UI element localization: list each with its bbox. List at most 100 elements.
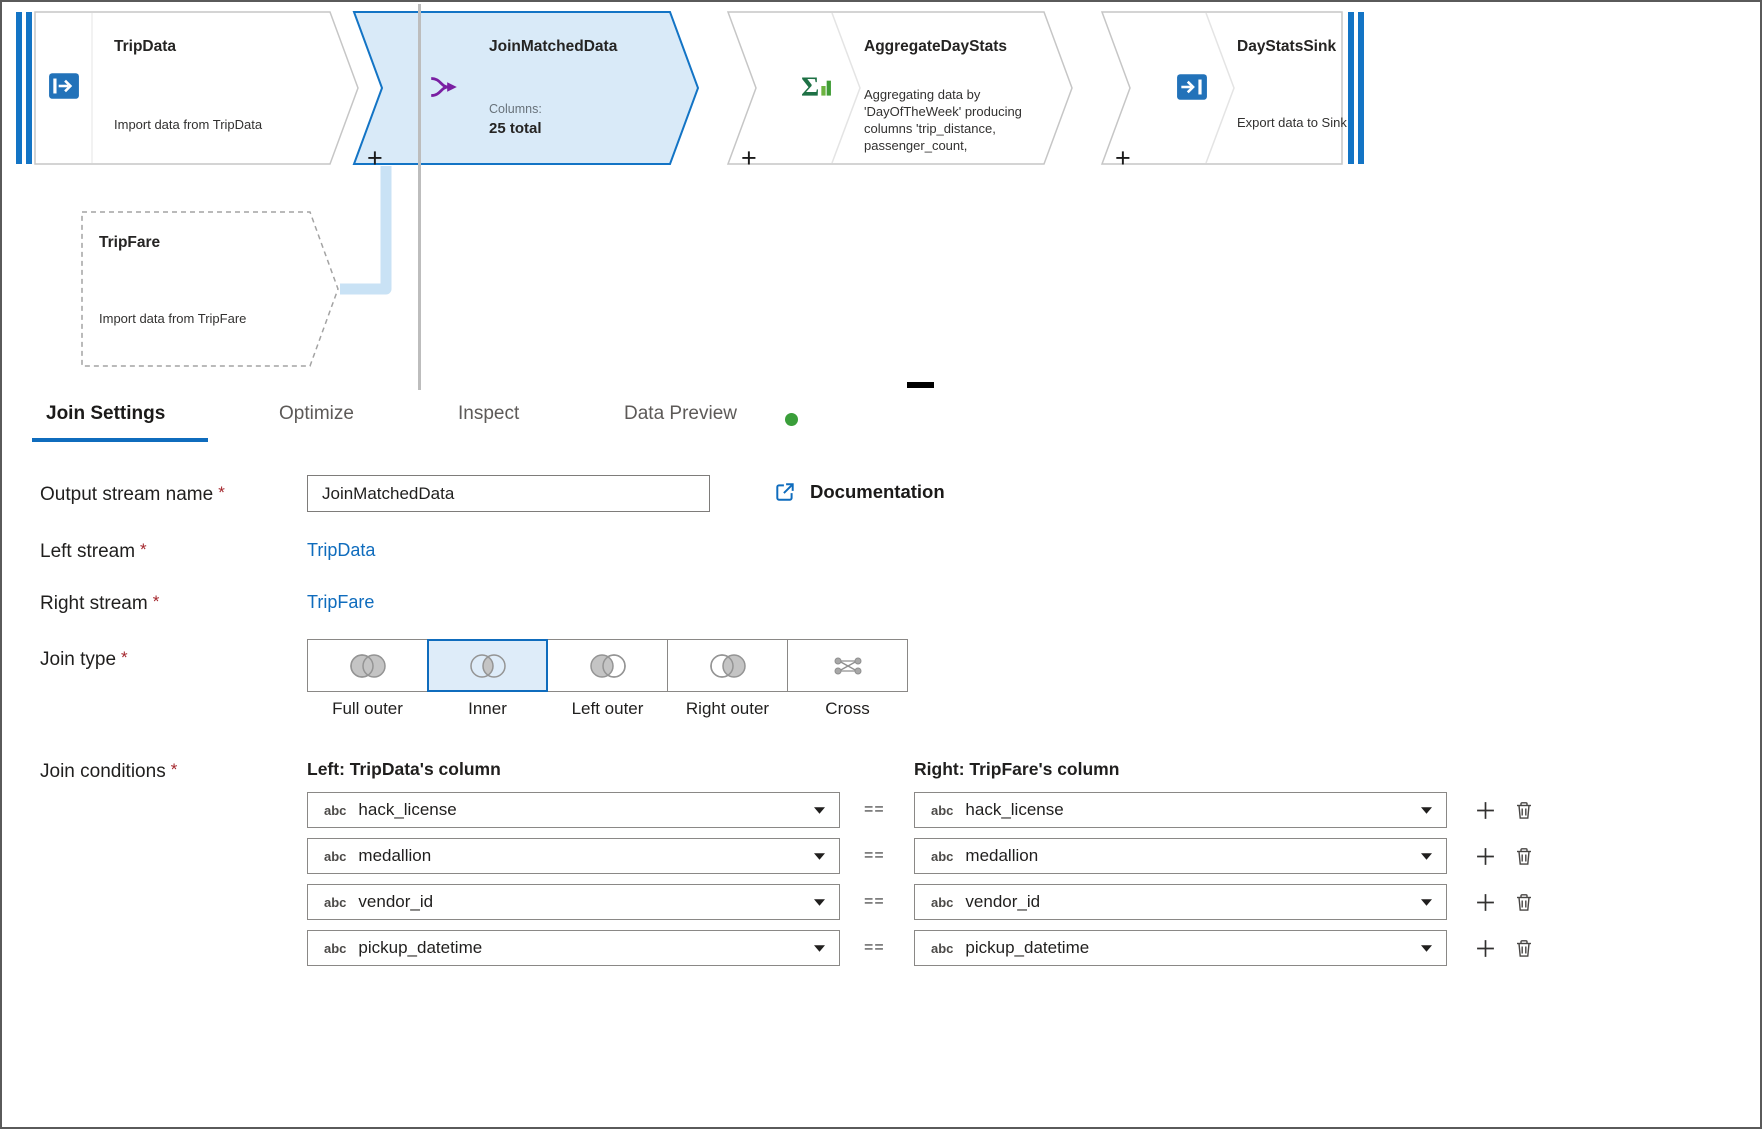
left-join-column-select-2[interactable]: abc vendor_id <box>307 884 840 920</box>
join-type-option-label: Inner <box>427 699 548 719</box>
node-joinmatcheddata[interactable]: JoinMatchedData Columns: 25 total <box>354 12 698 164</box>
column-value: hack_license <box>358 800 814 820</box>
tab-data-preview[interactable]: Data Preview <box>624 403 737 425</box>
join-type-inner[interactable] <box>427 639 548 692</box>
delete-condition-button-0[interactable] <box>1513 799 1535 821</box>
string-type-icon: abc <box>324 941 346 956</box>
right-column-header: Right: TripFare's column <box>914 759 1119 780</box>
cross-join-icon <box>825 651 871 681</box>
tab-optimize[interactable]: Optimize <box>279 403 354 425</box>
add-transformation-button[interactable]: + <box>1115 145 1131 172</box>
label-text: Join conditions <box>40 761 166 782</box>
string-type-icon: abc <box>324 895 346 910</box>
right-stream-label: Right stream * <box>40 592 159 615</box>
venn-left-outer-icon <box>585 651 631 681</box>
join-type-cross[interactable] <box>787 639 908 692</box>
venn-full-outer-icon <box>345 651 391 681</box>
join-type-right-outer[interactable] <box>667 639 788 692</box>
add-condition-button-3[interactable] <box>1474 937 1496 959</box>
columns-value: 25 total <box>489 120 542 137</box>
equals-operator: == <box>864 939 885 957</box>
svg-text:Σ: Σ <box>801 71 819 102</box>
left-column-header: Left: TripData's column <box>307 759 501 780</box>
output-stream-input[interactable] <box>307 475 710 512</box>
add-condition-button-1[interactable] <box>1474 845 1496 867</box>
label-text: Right stream <box>40 593 148 614</box>
right-join-column-select-0[interactable]: abc hack_license <box>914 792 1447 828</box>
stream-start-caps-icon <box>16 12 32 164</box>
documentation-label: Documentation <box>810 481 945 503</box>
join-type-full-outer[interactable] <box>307 639 428 692</box>
add-condition-button-0[interactable] <box>1474 799 1496 821</box>
join-type-option-label: Cross <box>787 699 908 719</box>
plus-icon <box>1475 938 1496 959</box>
string-type-icon: abc <box>324 803 346 818</box>
delete-condition-button-1[interactable] <box>1513 845 1535 867</box>
dataflow-canvas: TripData Import data from TripData JoinM… <box>2 2 1762 394</box>
join-type-option-label: Left outer <box>547 699 668 719</box>
equals-operator: == <box>864 801 885 819</box>
delete-condition-button-2[interactable] <box>1513 891 1535 913</box>
join-type-left-outer[interactable] <box>547 639 668 692</box>
column-value: vendor_id <box>358 892 814 912</box>
stream-end-caps-icon <box>1348 12 1364 164</box>
add-transformation-button[interactable]: + <box>741 145 757 172</box>
right-join-column-select-3[interactable]: abc pickup_datetime <box>914 930 1447 966</box>
column-value: pickup_datetime <box>965 938 1421 958</box>
label-text: Left stream <box>40 541 135 562</box>
required-marker: * <box>218 483 225 502</box>
string-type-icon: abc <box>931 895 953 910</box>
left-stream-link[interactable]: TripData <box>307 540 375 561</box>
dataflow-editor: TripData Import data from TripData JoinM… <box>0 0 1762 1129</box>
node-aggregatedaystats[interactable]: Σ AggregateDayStats Aggregating data by … <box>728 12 1072 164</box>
node-tripfare[interactable]: TripFare Import data from TripFare <box>82 212 338 366</box>
left-stream-label: Left stream* <box>40 540 147 563</box>
node-description: Import data from TripFare <box>99 310 309 327</box>
right-join-column-select-2[interactable]: abc vendor_id <box>914 884 1447 920</box>
chevron-down-icon <box>1421 899 1432 906</box>
add-transformation-button[interactable]: + <box>367 145 383 172</box>
node-tripdata[interactable]: TripData Import data from TripData <box>35 12 337 164</box>
chevron-down-icon <box>1421 945 1432 952</box>
panel-resize-handle[interactable] <box>907 382 934 388</box>
left-join-column-select-1[interactable]: abc medallion <box>307 838 840 874</box>
documentation-link[interactable]: Documentation <box>774 481 945 503</box>
node-description: Export data to Sink <box>1237 114 1397 131</box>
add-condition-button-2[interactable] <box>1474 891 1496 913</box>
left-join-column-select-3[interactable]: abc pickup_datetime <box>307 930 840 966</box>
tripfare-connector-line <box>340 166 386 289</box>
join-type-option-label: Full outer <box>307 699 428 719</box>
sink-icon <box>1176 71 1208 103</box>
trash-icon <box>1514 800 1534 821</box>
chevron-down-icon <box>814 853 825 860</box>
venn-inner-icon <box>465 651 511 681</box>
equals-operator: == <box>864 847 885 865</box>
string-type-icon: abc <box>931 941 953 956</box>
plus-icon <box>1475 800 1496 821</box>
string-type-icon: abc <box>324 849 346 864</box>
column-value: vendor_id <box>965 892 1421 912</box>
right-join-column-select-1[interactable]: abc medallion <box>914 838 1447 874</box>
trash-icon <box>1514 892 1534 913</box>
required-marker: * <box>121 648 128 667</box>
node-title: TripData <box>114 38 176 56</box>
node-daystatssink[interactable]: DayStatsSink Export data to Sink <box>1102 12 1342 164</box>
trash-icon <box>1514 846 1534 867</box>
left-join-column-select-0[interactable]: abc hack_license <box>307 792 840 828</box>
tab-inspect[interactable]: Inspect <box>458 403 519 425</box>
column-value: medallion <box>965 846 1421 866</box>
join-type-option-label: Right outer <box>667 699 788 719</box>
chevron-down-icon <box>814 945 825 952</box>
column-value: medallion <box>358 846 814 866</box>
right-stream-link[interactable]: TripFare <box>307 592 374 613</box>
output-stream-label: Output stream name * <box>40 483 225 506</box>
required-marker: * <box>171 760 178 779</box>
label-text: Join type <box>40 649 116 670</box>
data-preview-status-dot <box>785 413 798 426</box>
tab-join-settings[interactable]: Join Settings <box>46 403 165 425</box>
delete-condition-button-3[interactable] <box>1513 937 1535 959</box>
required-marker: * <box>153 592 160 611</box>
external-link-icon <box>774 481 796 503</box>
label-text: Output stream name <box>40 484 213 505</box>
node-description: Import data from TripData <box>114 116 324 133</box>
